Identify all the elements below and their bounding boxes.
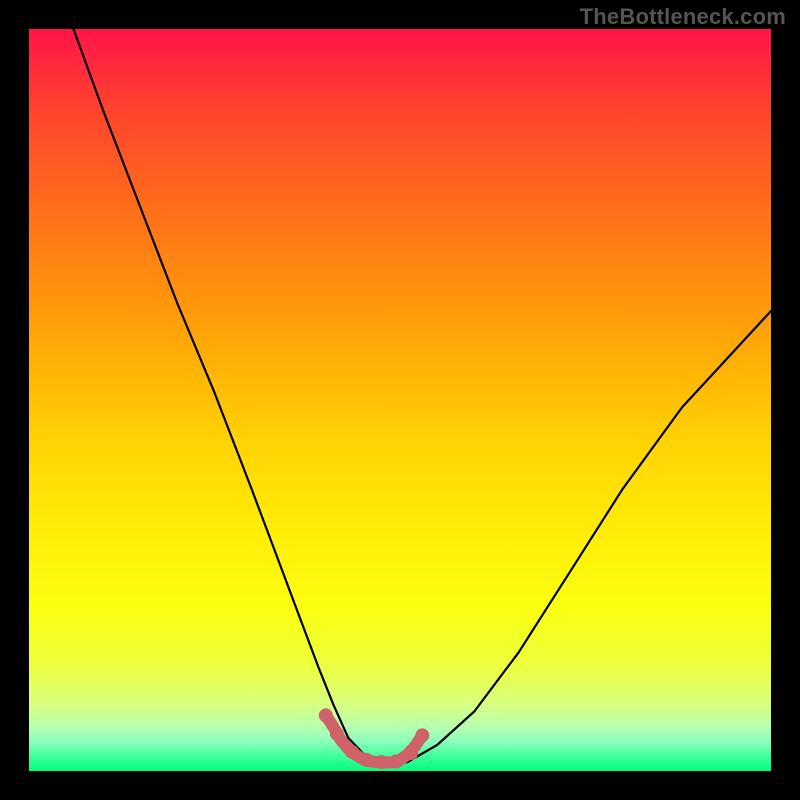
black-curve-path [74, 29, 772, 764]
watermark-text: TheBottleneck.com [580, 4, 786, 30]
plot-area [29, 29, 771, 771]
red-dot [404, 746, 418, 760]
chart-frame: TheBottleneck.com [0, 0, 800, 800]
curve-layer [29, 29, 771, 771]
red-dot [360, 753, 374, 767]
red-dot [319, 708, 333, 722]
red-dot [415, 728, 429, 742]
red-dot [345, 745, 359, 759]
red-dot [374, 755, 388, 769]
red-dot [330, 727, 344, 741]
red-dot [389, 754, 403, 768]
